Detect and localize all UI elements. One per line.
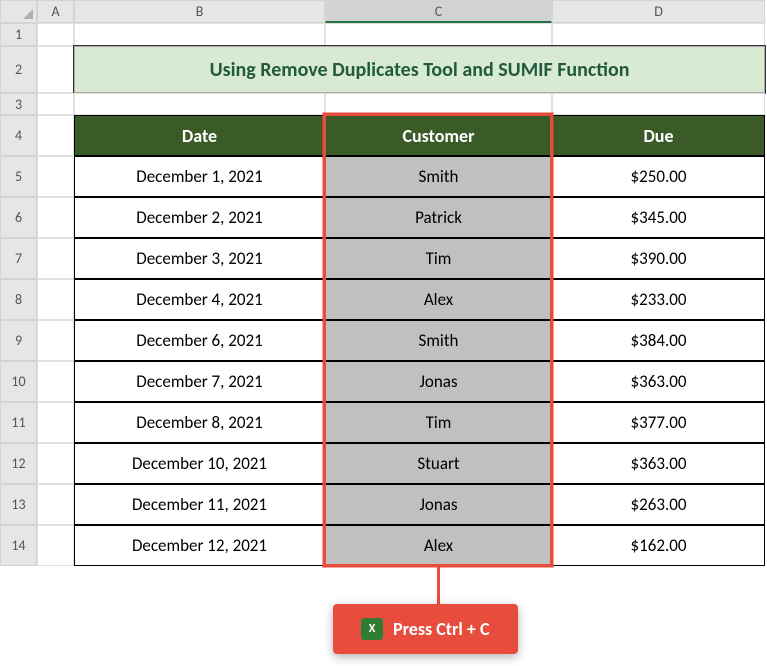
cell-customer-2[interactable]: Tim: [325, 238, 552, 279]
cell-due-6[interactable]: $377.00: [552, 402, 765, 443]
cell-due-8[interactable]: $263.00: [552, 484, 765, 525]
cell-A5[interactable]: [37, 156, 74, 197]
row-header-7[interactable]: 7: [0, 238, 37, 279]
cell-A13[interactable]: [37, 484, 74, 525]
cell-date-0[interactable]: December 1, 2021: [74, 156, 325, 197]
row-header-11[interactable]: 11: [0, 402, 37, 443]
cell-date-7[interactable]: December 10, 2021: [74, 443, 325, 484]
cell-date-2[interactable]: December 3, 2021: [74, 238, 325, 279]
cell-due-7[interactable]: $363.00: [552, 443, 765, 484]
row-header-13[interactable]: 13: [0, 484, 37, 525]
cell-customer-4[interactable]: Smith: [325, 320, 552, 361]
table-header-customer: Customer: [325, 115, 552, 156]
row-header-9[interactable]: 9: [0, 320, 37, 361]
excel-logo-icon: X: [361, 618, 383, 640]
instruction-callout: X Press Ctrl + C: [333, 604, 518, 654]
col-header-D[interactable]: D: [552, 0, 765, 23]
table-header-date: Date: [74, 115, 325, 156]
cell-date-5[interactable]: December 7, 2021: [74, 361, 325, 402]
cell-A10[interactable]: [37, 361, 74, 402]
row-header-12[interactable]: 12: [0, 443, 37, 484]
row-header-4[interactable]: 4: [0, 115, 37, 156]
cell-customer-3[interactable]: Alex: [325, 279, 552, 320]
table-header-due: Due: [552, 115, 765, 156]
cell-due-4[interactable]: $384.00: [552, 320, 765, 361]
cell-customer-5[interactable]: Jonas: [325, 361, 552, 402]
cell-date-6[interactable]: December 8, 2021: [74, 402, 325, 443]
cell-A4[interactable]: [37, 115, 74, 156]
cell-C1[interactable]: [325, 23, 552, 46]
cell-A11[interactable]: [37, 402, 74, 443]
cell-customer-9[interactable]: Alex: [325, 525, 552, 566]
cell-due-3[interactable]: $233.00: [552, 279, 765, 320]
cell-A1[interactable]: [37, 23, 74, 46]
cell-C3[interactable]: [325, 93, 552, 115]
spreadsheet-grid: A B C D 1 2 Using Remove Duplicates Tool…: [0, 0, 767, 566]
cell-B3[interactable]: [74, 93, 325, 115]
cell-A6[interactable]: [37, 197, 74, 238]
arrow-line: [437, 567, 440, 607]
cell-due-9[interactable]: $162.00: [552, 525, 765, 566]
cell-customer-7[interactable]: Stuart: [325, 443, 552, 484]
cell-D1[interactable]: [552, 23, 765, 46]
cell-customer-0[interactable]: Smith: [325, 156, 552, 197]
row-header-2[interactable]: 2: [0, 46, 37, 93]
title-banner: Using Remove Duplicates Tool and SUMIF F…: [74, 46, 765, 93]
cell-due-1[interactable]: $345.00: [552, 197, 765, 238]
callout-text: Press Ctrl + C: [393, 618, 490, 640]
cell-date-8[interactable]: December 11, 2021: [74, 484, 325, 525]
row-header-3[interactable]: 3: [0, 93, 37, 115]
row-header-10[interactable]: 10: [0, 361, 37, 402]
cell-B1[interactable]: [74, 23, 325, 46]
col-header-B[interactable]: B: [74, 0, 325, 23]
cell-due-2[interactable]: $390.00: [552, 238, 765, 279]
row-header-8[interactable]: 8: [0, 279, 37, 320]
cell-date-1[interactable]: December 2, 2021: [74, 197, 325, 238]
cell-customer-6[interactable]: Tim: [325, 402, 552, 443]
row-header-14[interactable]: 14: [0, 525, 37, 566]
cell-A8[interactable]: [37, 279, 74, 320]
cell-due-0[interactable]: $250.00: [552, 156, 765, 197]
row-header-6[interactable]: 6: [0, 197, 37, 238]
col-header-C[interactable]: C: [325, 0, 552, 23]
cell-A7[interactable]: [37, 238, 74, 279]
select-all-corner[interactable]: [0, 0, 37, 23]
cell-date-4[interactable]: December 6, 2021: [74, 320, 325, 361]
col-header-A[interactable]: A: [37, 0, 74, 23]
cell-customer-8[interactable]: Jonas: [325, 484, 552, 525]
cell-A2[interactable]: [37, 46, 74, 93]
cell-date-9[interactable]: December 12, 2021: [74, 525, 325, 566]
cell-A9[interactable]: [37, 320, 74, 361]
cell-due-5[interactable]: $363.00: [552, 361, 765, 402]
cell-date-3[interactable]: December 4, 2021: [74, 279, 325, 320]
row-header-5[interactable]: 5: [0, 156, 37, 197]
row-header-1[interactable]: 1: [0, 23, 37, 46]
cell-A12[interactable]: [37, 443, 74, 484]
cell-customer-1[interactable]: Patrick: [325, 197, 552, 238]
cell-D3[interactable]: [552, 93, 765, 115]
cell-A14[interactable]: [37, 525, 74, 566]
cell-A3[interactable]: [37, 93, 74, 115]
